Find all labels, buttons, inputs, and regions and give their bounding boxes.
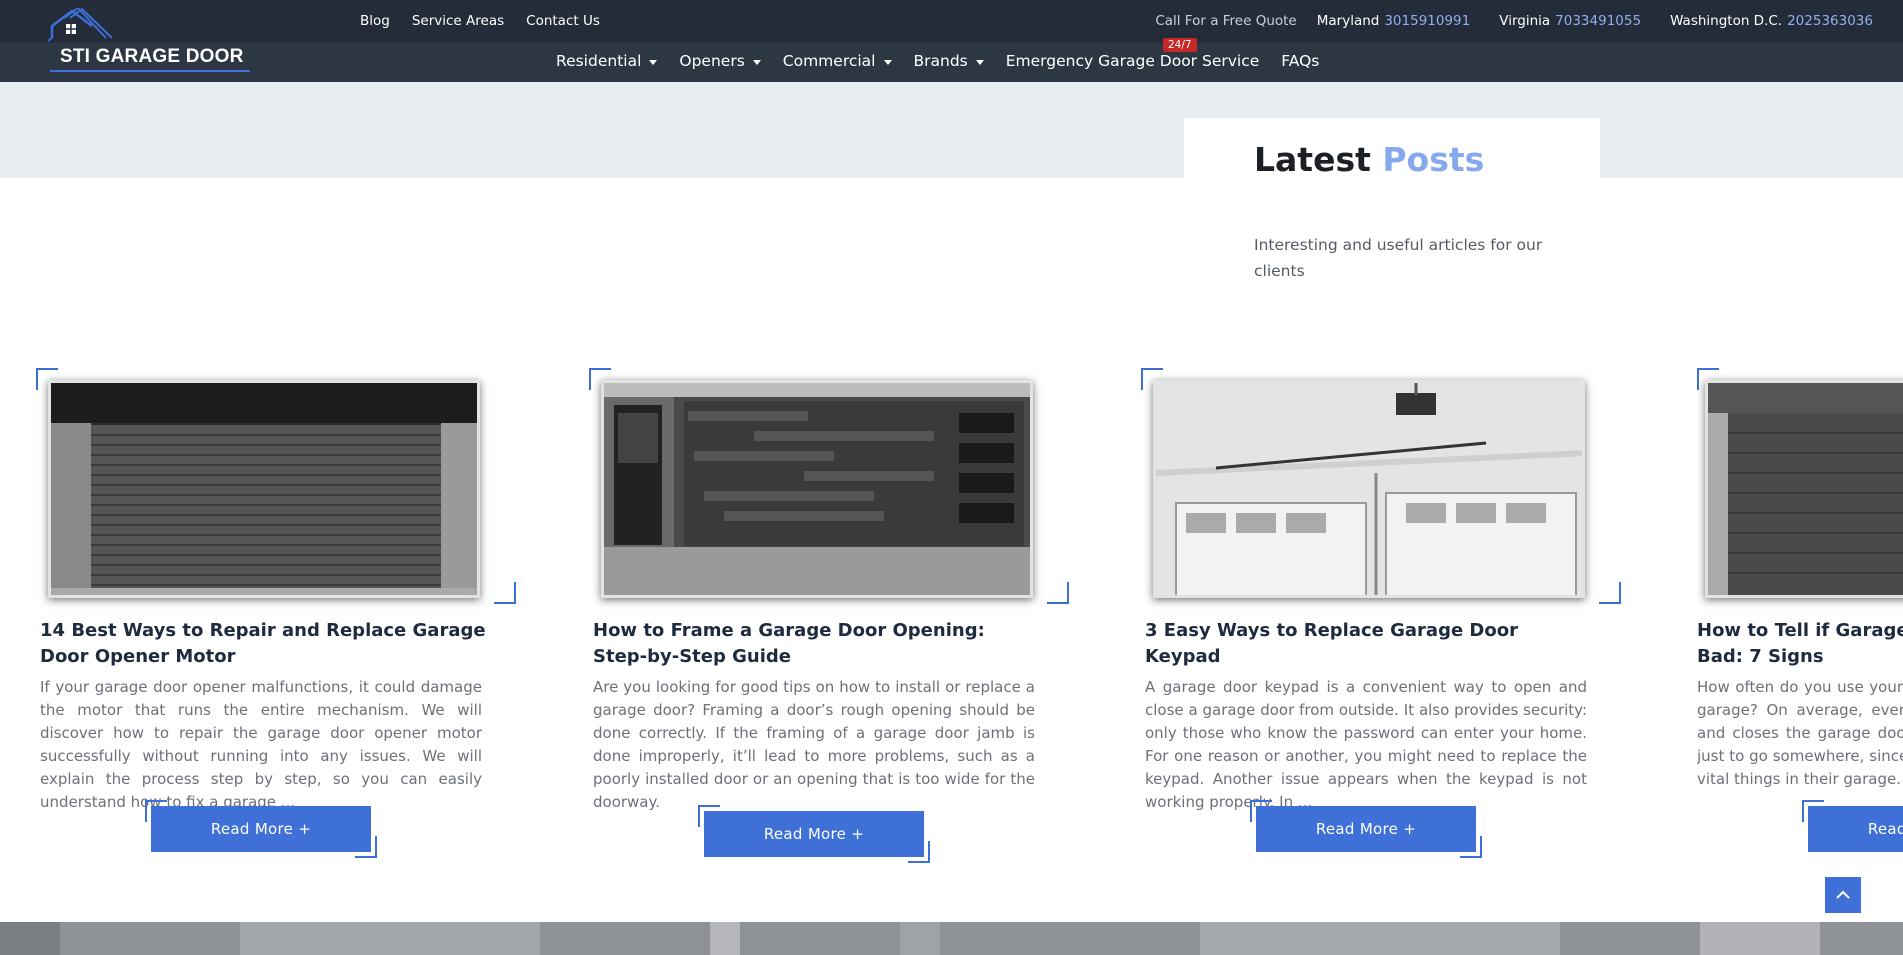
region-virginia: Virginia: [1499, 13, 1551, 29]
caret-down-icon: [752, 59, 761, 65]
main-nav: Residential Openers Commercial Brands Em…: [556, 52, 1341, 70]
post-image[interactable]: [601, 380, 1033, 598]
nav-emergency-label: Emergency Garage Door Service: [1005, 52, 1260, 70]
post-card: 3 Easy Ways to Replace Garage Door Keypa…: [1141, 368, 1621, 868]
post-title[interactable]: How to Frame a Garage Door Opening: Step…: [593, 618, 1043, 670]
post-card: How to Tell if Garage Door Opener is Goi…: [1697, 368, 1903, 868]
nav-brands[interactable]: Brands: [914, 52, 984, 70]
post-card: How to Frame a Garage Door Opening: Step…: [589, 368, 1069, 868]
post-title[interactable]: How to Tell if Garage Door Opener is Goi…: [1697, 618, 1903, 670]
back-to-top-button[interactable]: [1825, 877, 1861, 913]
caret-down-icon: [883, 59, 892, 65]
read-more-button[interactable]: Read More +: [1808, 806, 1903, 852]
logo-underline: [50, 70, 250, 72]
caret-down-icon: [975, 59, 984, 65]
post-excerpt: A garage door keypad is a convenient way…: [1145, 678, 1587, 811]
button-corner: [355, 836, 377, 858]
corner-decoration: [1599, 582, 1621, 604]
nav-openers-label: Openers: [679, 52, 745, 70]
house-photo-strip: [0, 922, 1903, 955]
corner-decoration: [494, 582, 516, 604]
post-card: 14 Best Ways to Repair and Replace Garag…: [36, 368, 516, 868]
free-quote-contacts: Call For a Free Quote Maryland 301591099…: [1155, 13, 1873, 29]
header-band: [0, 82, 1903, 178]
nav-openers[interactable]: Openers: [679, 52, 761, 70]
top-links: Blog Service Areas Contact Us: [360, 13, 600, 29]
nav-residential-label: Residential: [556, 52, 642, 70]
phone-dc[interactable]: 2025363036: [1787, 13, 1873, 29]
read-more-wrapper: Read More +: [1802, 800, 1903, 852]
title-posts: Posts: [1382, 140, 1485, 179]
post-excerpt: If your garage door opener malfunctions,…: [40, 678, 482, 811]
nav-residential[interactable]: Residential: [556, 52, 658, 70]
top-link-blog[interactable]: Blog: [360, 13, 390, 29]
button-corner: [1460, 836, 1482, 858]
read-more-wrapper: Read More +: [698, 805, 930, 863]
caret-down-icon: [649, 59, 658, 65]
post-title[interactable]: 14 Best Ways to Repair and Replace Garag…: [40, 618, 490, 670]
rollup-door-photo: [1708, 383, 1903, 595]
house-logo-icon: [48, 8, 113, 42]
footer-background-image: [0, 922, 1903, 955]
nav-commercial[interactable]: Commercial: [783, 52, 892, 70]
post-excerpt: Are you looking for good tips on how to …: [593, 678, 1035, 811]
nav-brands-label: Brands: [913, 52, 968, 70]
post-image[interactable]: [1705, 380, 1903, 598]
wood-garage-door-photo: [604, 383, 1030, 595]
region-dc: Washington D.C.: [1670, 13, 1783, 29]
top-link-contact-us[interactable]: Contact Us: [526, 13, 600, 29]
read-more-wrapper: Read More +: [145, 800, 377, 858]
section-subtitle: Interesting and useful articles for our …: [1254, 236, 1543, 280]
post-excerpt: How often do you use your car to drive i…: [1697, 678, 1903, 788]
nav-faqs-label: FAQs: [1281, 52, 1320, 70]
rollup-door-photo: [51, 383, 477, 595]
site-logo[interactable]: STI GARAGE DOOR: [48, 8, 254, 72]
nav-faqs[interactable]: FAQs: [1281, 52, 1319, 70]
button-corner: [908, 841, 930, 863]
quote-label: Call For a Free Quote: [1155, 13, 1297, 29]
post-image[interactable]: [48, 380, 480, 598]
phone-virginia[interactable]: 7033491055: [1555, 13, 1641, 29]
emergency-badge: 24/7: [1163, 38, 1197, 52]
read-more-button[interactable]: Read More +: [1256, 806, 1476, 852]
phone-maryland[interactable]: 3015910991: [1384, 13, 1470, 29]
post-title[interactable]: 3 Easy Ways to Replace Garage Door Keypa…: [1145, 618, 1595, 670]
nav-commercial-label: Commercial: [782, 52, 876, 70]
nav-emergency-service[interactable]: Emergency Garage Door Service: [1006, 52, 1260, 70]
latest-posts-header: Latest Posts Interesting and useful arti…: [1184, 118, 1600, 308]
logo-text: STI GARAGE DOOR: [60, 46, 244, 67]
title-latest: Latest: [1254, 140, 1371, 179]
section-title: Latest Posts: [1254, 140, 1484, 179]
top-link-service-areas[interactable]: Service Areas: [412, 13, 504, 29]
corner-decoration: [1047, 582, 1069, 604]
chevron-up-icon: [1836, 890, 1850, 899]
garage-interior-photo: [1156, 383, 1582, 595]
region-maryland: Maryland: [1316, 13, 1380, 29]
read-more-button[interactable]: Read More +: [704, 811, 924, 857]
post-image[interactable]: [1153, 380, 1585, 598]
read-more-wrapper: Read More +: [1250, 800, 1482, 858]
read-more-button[interactable]: Read More +: [151, 806, 371, 852]
